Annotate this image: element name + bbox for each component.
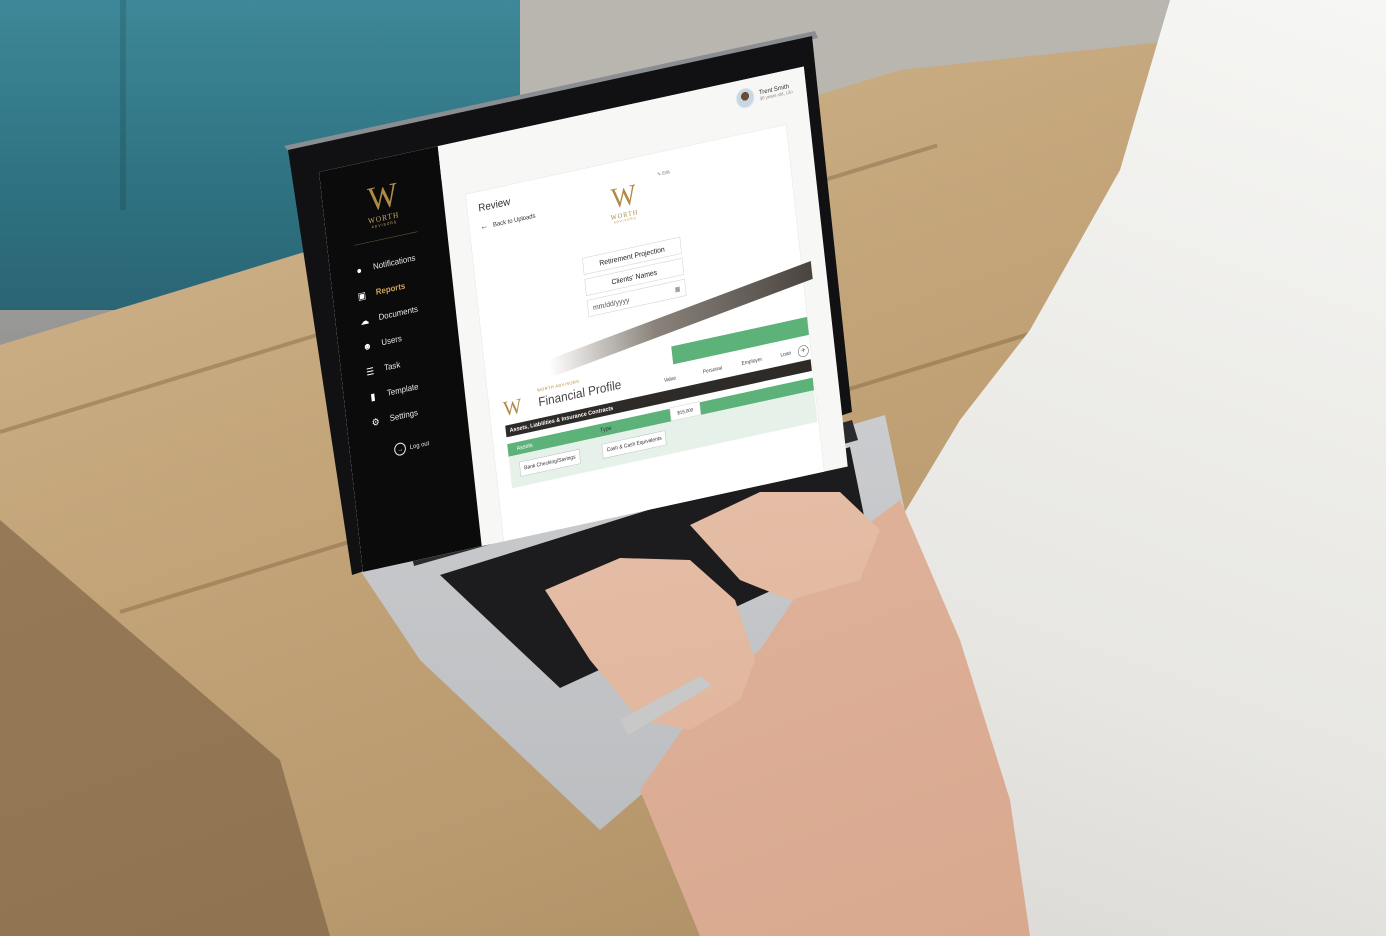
sofa-seam [120, 0, 126, 210]
row-label: Assets [516, 441, 534, 452]
back-label: Back to Uploads [492, 211, 536, 229]
sidebar-item-label: Documents [378, 304, 419, 323]
logout-label: Log out [409, 439, 430, 451]
date-placeholder: mm/dd/yyyy [592, 295, 630, 312]
sidebar-item-label: Reports [375, 281, 406, 297]
calendar-icon: ▦ [674, 284, 681, 294]
logout-icon: → [393, 441, 407, 457]
back-to-uploads-link[interactable]: ← Back to Uploads [480, 211, 536, 232]
sidebar-item-label: Task [383, 360, 401, 373]
chart-icon: ▣ [357, 289, 367, 302]
edit-link[interactable]: ✎ Edit [657, 169, 670, 177]
user-profile[interactable]: Trent Smith 30 years old, Lilo [734, 78, 793, 111]
avatar [734, 86, 756, 111]
cloud-upload-icon: ☁ [359, 314, 370, 327]
sidebar-item-label: Users [380, 334, 403, 348]
edit-label: Edit [661, 169, 670, 176]
sidebar-nav: ● Notifications ▣ Reports ☁ Documents ☻ User… [352, 239, 464, 436]
column-loan: Loan [780, 350, 792, 359]
file-icon: ▮ [369, 390, 376, 403]
report-logo: W WORTH ADVISORS [589, 175, 656, 229]
user-icon: ☻ [362, 339, 373, 353]
pencil-icon: ✎ [657, 170, 662, 177]
review-panel: Review ← Back to Uploads ✎ Edit W WORTH … [465, 124, 825, 543]
checklist-icon: ☰ [365, 365, 375, 378]
column-personal: Personal [702, 365, 723, 376]
client-names-value: Clients' Names [611, 267, 658, 287]
logout-button[interactable]: → Log out [393, 436, 430, 457]
sidebar-item-label: Notifications [372, 253, 416, 272]
column-employer: Employer [741, 356, 763, 367]
arrow-left-icon: ← [479, 220, 489, 232]
gear-icon: ⚙ [371, 415, 381, 428]
worth-advisors-logo: W WORTH ADVISORS [350, 174, 413, 233]
chip-cash-equivalents[interactable]: Cash & Cash Equivalents [601, 430, 667, 459]
photo-scene: W WORTH ADVISORS ● Notifications ▣ Reports… [0, 0, 1386, 936]
sidebar-item-label: Settings [389, 408, 419, 424]
chip-bank-checking[interactable]: Bank Checking/Savings [519, 448, 581, 477]
sidebar-item-label: Template [386, 382, 419, 398]
bell-icon: ● [355, 264, 363, 277]
column-value: Value [663, 375, 677, 384]
page-title: Review [477, 195, 511, 215]
logo-divider [354, 231, 418, 246]
